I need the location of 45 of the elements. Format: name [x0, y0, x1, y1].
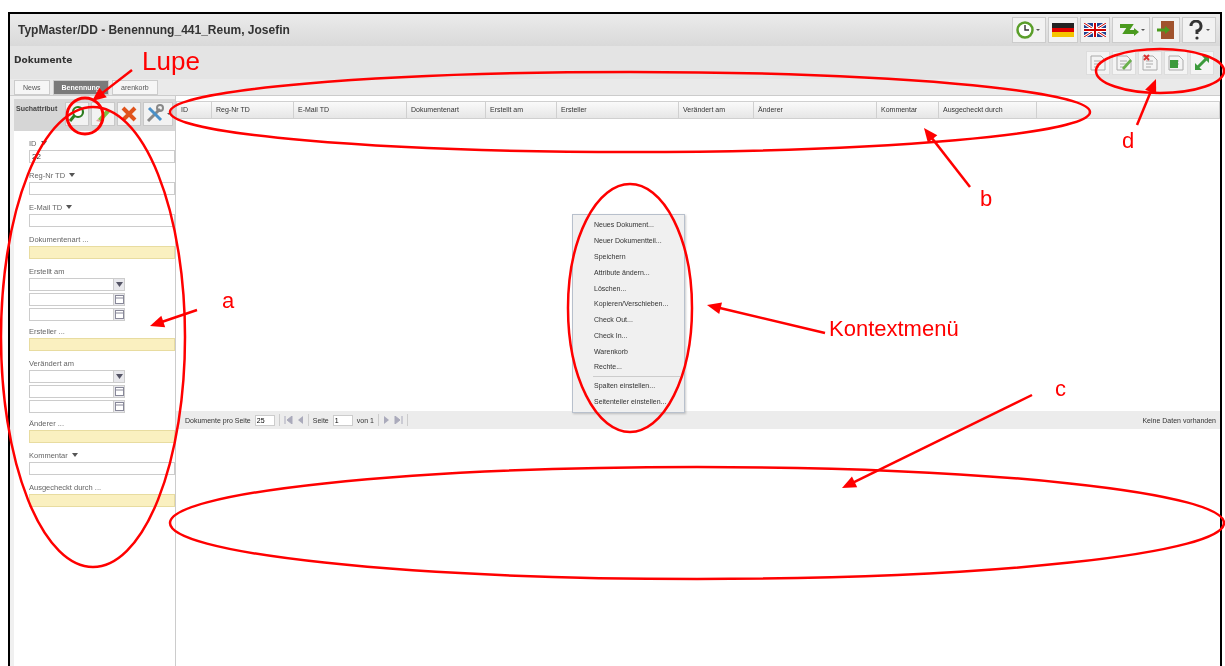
lookup-field[interactable]	[29, 338, 175, 351]
lookup-field[interactable]	[29, 246, 175, 259]
window-title: TypMaster/DD - Benennung_441_Reum, Josefin	[18, 23, 290, 37]
document-icon[interactable]	[1086, 51, 1110, 75]
input-field[interactable]	[29, 462, 175, 475]
caret-icon[interactable]	[40, 141, 47, 145]
last-page-icon[interactable]	[393, 416, 403, 424]
caret-icon[interactable]	[66, 205, 73, 209]
pointer-arrow	[924, 128, 971, 188]
calendar-icon[interactable]	[114, 402, 124, 411]
lookup-field[interactable]	[29, 430, 175, 443]
exit-door-icon[interactable]	[1152, 17, 1180, 43]
british-flag-icon[interactable]	[1080, 17, 1110, 43]
calendar-icon[interactable]	[114, 310, 124, 319]
annotation-label: Kontextmenü	[829, 318, 959, 340]
annotation-label: c	[1055, 378, 1066, 400]
caret-icon[interactable]	[69, 173, 76, 177]
german-flag-icon[interactable]	[1048, 17, 1078, 43]
first-page-icon[interactable]	[283, 416, 293, 424]
caret-icon[interactable]	[71, 453, 78, 457]
delete-document-icon[interactable]	[1138, 51, 1162, 75]
caret-icon[interactable]	[115, 374, 123, 379]
next-page-icon[interactable]	[382, 416, 390, 424]
annotation-label: Lupe	[142, 48, 200, 74]
previous-page-icon[interactable]	[296, 416, 304, 424]
section-title: Dokumente	[14, 55, 73, 65]
annotation-label: a	[222, 290, 235, 312]
date-field[interactable]	[29, 385, 125, 398]
caret-icon[interactable]	[115, 282, 123, 287]
input-field[interactable]	[29, 214, 175, 227]
export-icon[interactable]	[1164, 51, 1188, 75]
date-field[interactable]	[29, 308, 125, 321]
annotation-label: d	[1122, 130, 1135, 152]
lookup-field[interactable]	[29, 494, 175, 507]
annotation-label: b	[980, 188, 993, 210]
calendar-icon[interactable]	[114, 387, 124, 396]
pointer-arrow	[1135, 79, 1157, 126]
input-field[interactable]	[29, 182, 175, 195]
highlight-circle	[65, 96, 105, 136]
dropdown-field[interactable]	[29, 370, 125, 383]
dropdown-field[interactable]	[29, 278, 125, 291]
calendar-icon[interactable]	[114, 295, 124, 304]
date-field[interactable]	[29, 400, 125, 413]
date-field[interactable]	[29, 293, 125, 306]
pointer-arrow	[150, 308, 198, 328]
